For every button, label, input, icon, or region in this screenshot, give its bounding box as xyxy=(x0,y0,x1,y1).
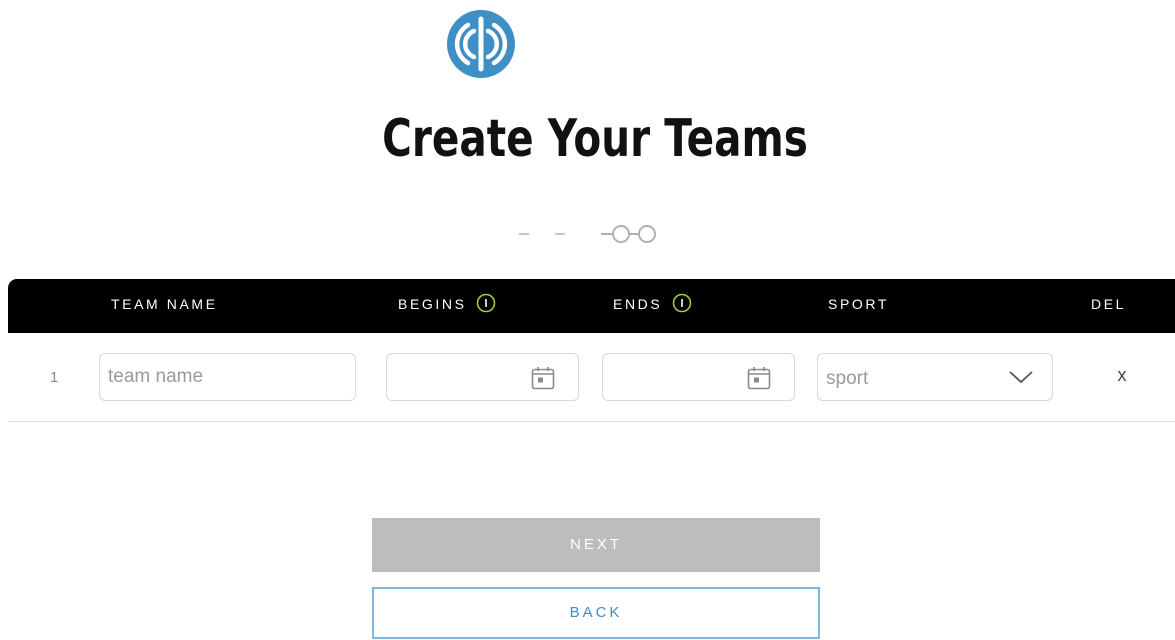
column-header-begins: BEGINS xyxy=(398,279,496,333)
chevron-down-icon xyxy=(1009,371,1033,384)
row-number: 1 xyxy=(50,369,59,386)
calendar-icon[interactable] xyxy=(530,365,556,391)
delete-row-button[interactable]: x xyxy=(1114,365,1130,386)
step-4-circle xyxy=(638,225,656,243)
sport-select[interactable]: sport xyxy=(817,353,1053,401)
step-progress-indicator xyxy=(519,225,656,243)
column-header-begins-label: BEGINS xyxy=(398,296,467,312)
brand-logo-icon xyxy=(447,10,515,78)
column-header-ends: ENDS xyxy=(613,279,692,333)
step-3-circle xyxy=(612,225,630,243)
back-button[interactable]: BACK xyxy=(372,587,820,639)
table-row: 1 sport xyxy=(8,333,1175,422)
column-header-ends-label: ENDS xyxy=(613,296,663,312)
ends-date-field[interactable] xyxy=(602,353,795,401)
teams-table-header: TEAM NAME BEGINS ENDS SPORT DEL xyxy=(8,279,1175,333)
team-name-input[interactable] xyxy=(100,354,328,400)
team-name-field-wrapper xyxy=(99,353,356,401)
begins-info-icon[interactable] xyxy=(476,293,496,313)
begins-date-field[interactable] xyxy=(386,353,579,401)
ends-info-icon[interactable] xyxy=(672,293,692,313)
page-title: Create Your Teams xyxy=(382,109,808,169)
column-header-del: DEL xyxy=(1091,296,1127,312)
column-header-sport: SPORT xyxy=(828,296,889,312)
calendar-icon[interactable] xyxy=(746,365,772,391)
column-header-team-name: TEAM NAME xyxy=(111,296,218,312)
create-teams-page: Create Your Teams TEAM NAME BEGINS ENDS … xyxy=(0,0,1175,640)
sport-select-placeholder: sport xyxy=(826,368,869,389)
next-button[interactable]: NEXT xyxy=(372,518,820,572)
